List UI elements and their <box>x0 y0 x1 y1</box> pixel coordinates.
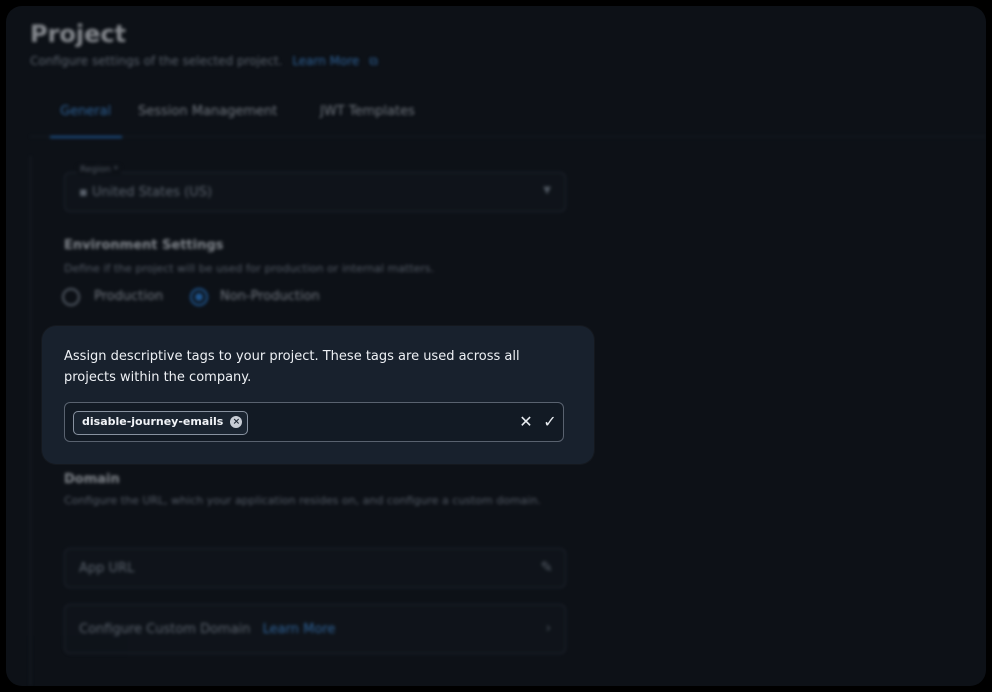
external-link-icon: ⧉ <box>369 54 378 68</box>
domain-description: Configure the URL, which your applicatio… <box>64 494 541 507</box>
us-flag-icon: ▪ <box>79 185 88 200</box>
page-subtitle: Configure settings of the selected proje… <box>30 54 378 69</box>
app-url-input[interactable]: App URL ✎ <box>64 548 566 588</box>
page-title: Project <box>30 20 127 48</box>
environment-description: Define if the project will be used for p… <box>64 262 435 275</box>
tab-bar: General Session Management JWT Templates <box>30 102 986 138</box>
tab-label: General <box>60 104 112 119</box>
remove-tag-icon[interactable]: × <box>230 416 243 428</box>
subtitle-text: Configure settings of the selected proje… <box>30 54 283 68</box>
tags-card: Assign descriptive tags to your project.… <box>42 326 594 464</box>
production-label: Production <box>94 289 164 304</box>
app-window: Project Configure settings of the select… <box>6 6 986 686</box>
app-url-placeholder: App URL <box>79 561 135 576</box>
chevron-down-icon: ▼ <box>543 185 551 196</box>
panel-border <box>30 156 31 686</box>
region-label: Region * <box>77 165 122 175</box>
tab-jwt-templates[interactable]: JWT Templates <box>320 102 415 136</box>
region-value-text: United States (US) <box>91 185 213 200</box>
non-production-radio[interactable] <box>190 288 208 306</box>
custom-domain-text: Configure Custom Domain Learn More <box>79 622 335 637</box>
region-value: ▪ United States (US) <box>79 185 212 200</box>
custom-domain-label: Configure Custom Domain <box>79 622 251 637</box>
tags-input[interactable]: disable-journey-emails × ✕ ✓ <box>64 402 564 442</box>
tab-session-management[interactable]: Session Management <box>138 102 277 136</box>
learn-more-link[interactable]: Learn More <box>292 54 359 68</box>
production-radio[interactable] <box>62 288 80 306</box>
environment-title: Environment Settings <box>64 238 224 253</box>
non-production-label: Non-Production <box>220 289 320 304</box>
tag-chip-label: disable-journey-emails <box>82 415 224 428</box>
tag-chip: disable-journey-emails × <box>73 411 249 435</box>
pencil-icon[interactable]: ✎ <box>540 558 553 576</box>
confirm-check-icon[interactable]: ✓ <box>539 411 561 433</box>
custom-domain-row[interactable]: Configure Custom Domain Learn More › <box>64 604 566 654</box>
region-select[interactable]: Region * ▪ United States (US) ▼ <box>64 165 566 212</box>
tab-general[interactable]: General <box>50 102 122 138</box>
chevron-right-icon: › <box>545 621 551 636</box>
cancel-icon[interactable]: ✕ <box>515 411 537 433</box>
custom-domain-learn-more[interactable]: Learn More <box>263 622 336 637</box>
tags-description: Assign descriptive tags to your project.… <box>64 349 520 385</box>
domain-title: Domain <box>64 472 120 487</box>
